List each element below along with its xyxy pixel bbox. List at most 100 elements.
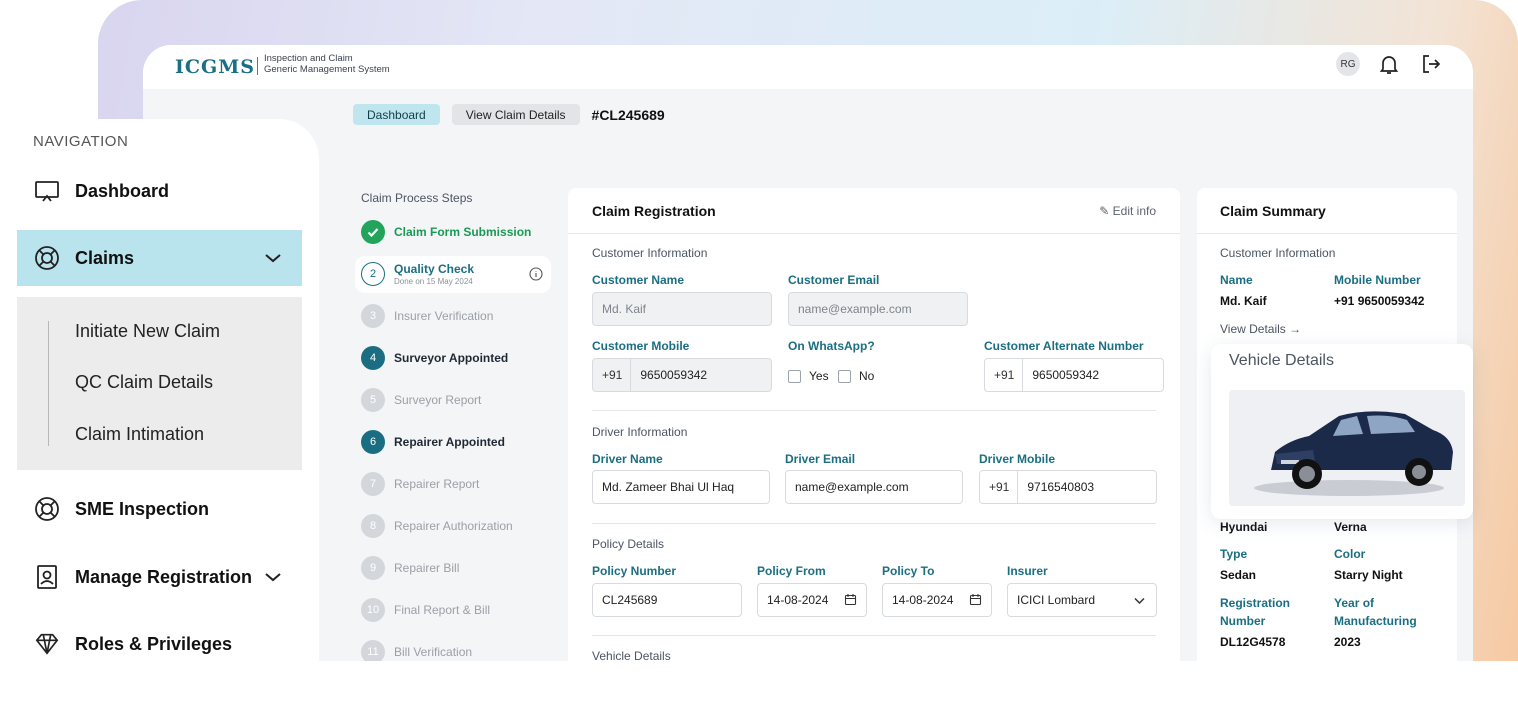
nav-sme-inspection[interactable]: SME Inspection xyxy=(17,481,302,537)
step-surveyor-report[interactable]: 5 Surveyor Report xyxy=(361,387,481,413)
view-details-link[interactable]: View Details → xyxy=(1220,322,1301,336)
calendar-icon[interactable] xyxy=(969,593,982,609)
summary-name: Md. Kaif xyxy=(1220,294,1267,308)
panel-header: Claim Registration ✎ Edit info xyxy=(568,188,1180,234)
step-surveyor-appointed[interactable]: 4 Surveyor Appointed xyxy=(361,345,508,371)
calendar-icon[interactable] xyxy=(844,593,857,609)
driver-email-label: Driver Email xyxy=(785,452,856,466)
vehicle-section-title: Vehicle Details xyxy=(592,649,671,661)
driver-name-field[interactable]: Md. Zameer Bhai Ul Haq xyxy=(592,470,770,504)
nav-label: Dashboard xyxy=(75,180,170,201)
policy-number-field[interactable]: CL245689 xyxy=(592,583,742,617)
customer-mobile-field[interactable]: +91 9650059342 xyxy=(592,358,772,392)
nav-manage-registration[interactable]: Manage Registration xyxy=(17,549,302,605)
step-final-report[interactable]: 10 Final Report & Bill xyxy=(361,597,490,623)
step-insurer-verification[interactable]: 3 Insurer Verification xyxy=(361,303,493,329)
policy-from-value: 14-08-2024 xyxy=(767,593,829,607)
policy-to-value: 14-08-2024 xyxy=(892,593,954,607)
nav-dashboard[interactable]: Dashboard xyxy=(17,163,302,219)
vehicle-make: Hyundai xyxy=(1220,520,1268,534)
nav-claims[interactable]: Claims xyxy=(17,230,302,286)
customer-mobile-value: 9650059342 xyxy=(640,368,708,382)
alt-number-field[interactable]: +91 9650059342 xyxy=(984,358,1164,392)
logo-divider xyxy=(257,57,258,75)
top-bar: ICGMS Inspection and Claim Generic Manag… xyxy=(143,45,1473,89)
breadcrumb-view-claim[interactable]: View Claim Details xyxy=(451,104,580,125)
whatsapp-no-checkbox[interactable]: No xyxy=(838,369,874,383)
reg-label-line1: Registration xyxy=(1220,596,1291,610)
step-number: 9 xyxy=(361,556,385,580)
id-badge-icon xyxy=(34,564,60,590)
nav-roles-privileges[interactable]: Roles & Privileges xyxy=(17,616,302,672)
vehicle-type-label: Type xyxy=(1220,547,1248,561)
policy-from-field[interactable]: 14-08-2024 xyxy=(757,583,867,617)
driver-mobile-field[interactable]: +91 9716540803 xyxy=(979,470,1157,504)
policy-from-label: Policy From xyxy=(757,564,826,578)
submenu-qc-claim-details[interactable]: QC Claim Details xyxy=(75,372,213,393)
checkbox-box xyxy=(788,369,801,383)
customer-name-label: Customer Name xyxy=(592,273,685,287)
steps-title: Claim Process Steps xyxy=(361,191,473,205)
summary-title: Claim Summary xyxy=(1220,202,1326,219)
submenu-claim-intimation[interactable]: Claim Intimation xyxy=(75,424,204,445)
step-repairer-bill[interactable]: 9 Repairer Bill xyxy=(361,555,459,581)
step-number: 7 xyxy=(361,472,385,496)
step-label: Final Report & Bill xyxy=(394,603,491,617)
step-repairer-appointed[interactable]: 6 Repairer Appointed xyxy=(361,429,505,455)
logout-icon[interactable] xyxy=(1419,52,1443,81)
panel-title: Claim Registration xyxy=(592,202,716,219)
driver-section-title: Driver Information xyxy=(592,425,688,439)
edit-info-link[interactable]: ✎ Edit info xyxy=(1099,204,1156,218)
step-label: Insurer Verification xyxy=(394,309,494,323)
whatsapp-yes-checkbox[interactable]: Yes xyxy=(788,369,829,383)
step-number: 5 xyxy=(361,388,385,412)
step-bill-verification[interactable]: 11 Bill Verification xyxy=(361,639,472,661)
bell-icon[interactable] xyxy=(1377,52,1401,81)
chevron-down-icon xyxy=(1133,594,1146,610)
step-claim-form-submission[interactable]: Claim Form Submission xyxy=(361,219,531,245)
info-icon[interactable] xyxy=(529,267,543,284)
vehicle-color: Starry Night xyxy=(1334,568,1403,582)
step-quality-check[interactable]: 2 Quality Check Done on 15 May 2024 xyxy=(361,261,543,287)
year-label-line2: Manufacturing xyxy=(1334,614,1417,628)
app-subtitle-line2: Generic Management System xyxy=(264,64,390,75)
step-number: 8 xyxy=(361,514,385,538)
step-label: Repairer Bill xyxy=(394,561,460,575)
reg-label-line2: Number xyxy=(1220,614,1266,628)
breadcrumb-dashboard[interactable]: Dashboard xyxy=(353,104,440,125)
year-label-line1: Year of xyxy=(1334,596,1375,610)
claims-submenu: Initiate New Claim QC Claim Details Clai… xyxy=(17,297,302,470)
submenu-initiate-new-claim[interactable]: Initiate New Claim xyxy=(75,321,220,342)
summary-customer-section: Customer Information xyxy=(1220,246,1336,260)
step-number: 3 xyxy=(361,304,385,328)
vehicle-type: Sedan xyxy=(1220,568,1257,582)
country-code: +91 xyxy=(989,471,1019,503)
policy-to-field[interactable]: 14-08-2024 xyxy=(882,583,992,617)
summary-header: Claim Summary xyxy=(1197,188,1457,234)
country-code: +91 xyxy=(994,359,1024,391)
summary-name-label: Name xyxy=(1220,273,1253,287)
step-repairer-authorization[interactable]: 8 Repairer Authorization xyxy=(361,513,513,539)
vehicle-model: Verna xyxy=(1334,520,1367,534)
step-number: 2 xyxy=(361,262,385,286)
app-subtitle-line1: Inspection and Claim xyxy=(264,53,353,64)
customer-email-field[interactable]: name@example.com xyxy=(788,292,968,326)
step-number: 4 xyxy=(361,346,385,370)
section-divider xyxy=(592,523,1156,524)
insurer-select[interactable]: ICICI Lombard xyxy=(1007,583,1157,617)
step-sub: Done on 15 May 2024 xyxy=(394,277,473,286)
edit-info-label: Edit info xyxy=(1112,203,1156,218)
app-logo[interactable]: ICGMS xyxy=(175,56,255,78)
step-repairer-report[interactable]: 7 Repairer Report xyxy=(361,471,479,497)
nav-title: NAVIGATION xyxy=(33,133,129,150)
step-label: Bill Verification xyxy=(394,645,473,659)
whatsapp-label: On WhatsApp? xyxy=(788,339,875,353)
customer-name-field[interactable]: Md. Kaif xyxy=(592,292,772,326)
insurer-label: Insurer xyxy=(1007,564,1048,578)
driver-name-label: Driver Name xyxy=(592,452,663,466)
avatar[interactable]: RG xyxy=(1336,52,1360,76)
policy-section-title: Policy Details xyxy=(592,537,665,551)
nav-label: Manage Registration xyxy=(75,566,253,587)
driver-email-field[interactable]: name@example.com xyxy=(785,470,963,504)
vehicle-card-title: Vehicle Details xyxy=(1229,352,1334,369)
